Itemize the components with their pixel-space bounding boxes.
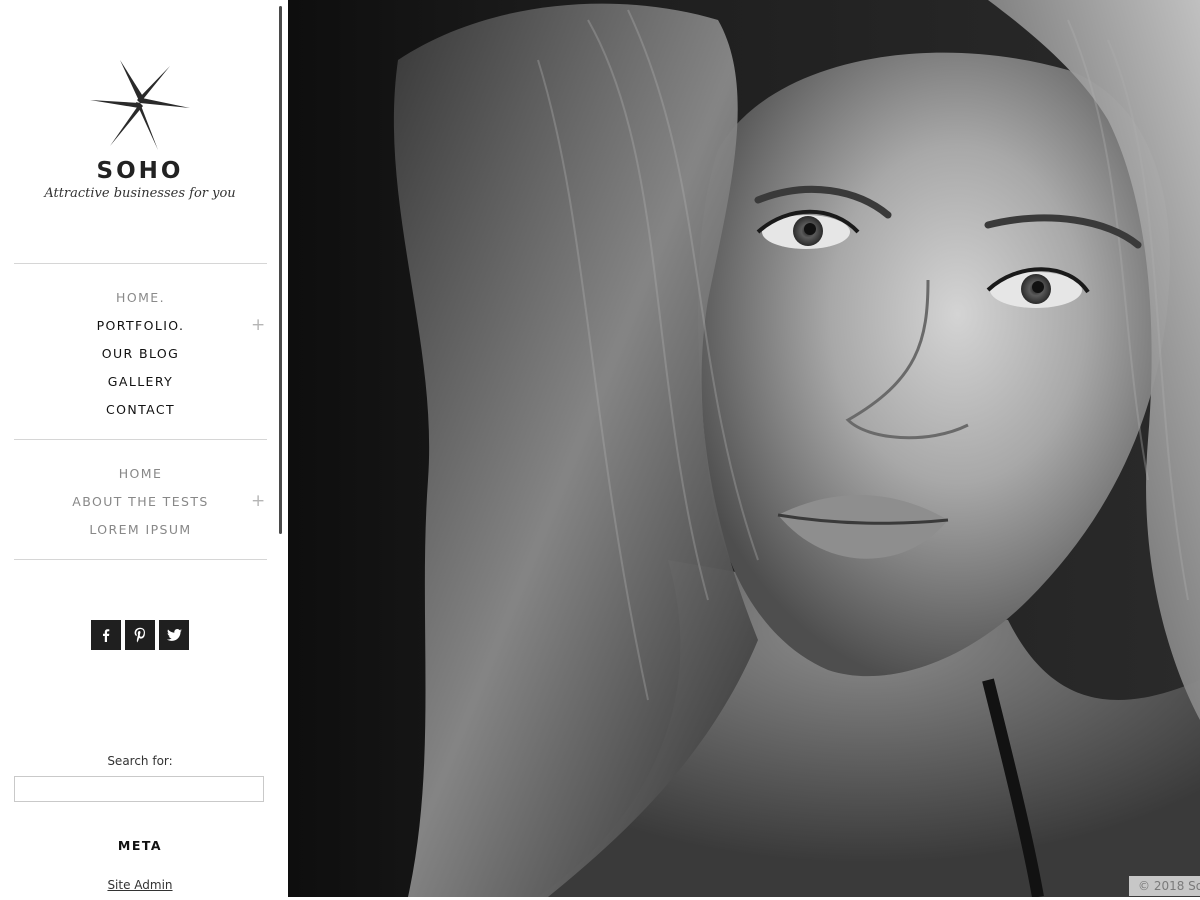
- nav-item-our-blog[interactable]: OUR BLOG: [14, 340, 267, 368]
- plus-icon[interactable]: +: [251, 312, 265, 340]
- copyright-text: © 2018 So: [1129, 876, 1200, 896]
- nav-item-gallery[interactable]: GALLERY: [14, 368, 267, 396]
- nav-item-label: GALLERY: [107, 374, 174, 389]
- sidebar: SOHO Attractive businesses for you HOME.…: [0, 0, 288, 900]
- nav-item-label: HOME.: [116, 290, 165, 305]
- page: SOHO Attractive businesses for you HOME.…: [0, 0, 1200, 900]
- plus-icon[interactable]: +: [251, 488, 265, 516]
- nav-divider-top: [14, 263, 267, 264]
- social-links: [91, 620, 189, 650]
- star-burst-logo-icon[interactable]: [88, 58, 192, 152]
- nav-item-label: CONTACT: [105, 402, 176, 417]
- pinterest-icon: [134, 627, 145, 643]
- twitter-button[interactable]: [159, 620, 189, 650]
- nav-divider-bottom: [14, 559, 267, 560]
- nav-item-label: PORTFOLIO.: [96, 318, 185, 333]
- facebook-button[interactable]: [91, 620, 121, 650]
- search-label: Search for:: [107, 754, 173, 768]
- facebook-icon: [103, 629, 110, 642]
- meta-heading: META: [117, 838, 163, 853]
- nav-item-label: ABOUT THE TESTS: [72, 494, 209, 509]
- nav-item-portfolio[interactable]: PORTFOLIO. +: [14, 312, 267, 340]
- secondary-nav-item-about-the-tests[interactable]: ABOUT THE TESTS +: [14, 488, 267, 516]
- hero-photo: [288, 0, 1200, 897]
- nav-item-label: HOME: [118, 466, 163, 481]
- nav-divider-middle: [14, 439, 267, 440]
- site-admin-link[interactable]: Site Admin: [0, 878, 280, 892]
- secondary-nav-item-home[interactable]: HOME: [14, 460, 267, 488]
- main-navigation: HOME. PORTFOLIO. + OUR BLOG GALLERY CONT…: [14, 284, 267, 424]
- sidebar-scrollbar[interactable]: [279, 6, 282, 534]
- nav-item-label: LOREM IPSUM: [89, 522, 192, 537]
- site-title[interactable]: SOHO: [0, 158, 280, 184]
- pinterest-button[interactable]: [125, 620, 155, 650]
- nav-item-home[interactable]: HOME.: [14, 284, 267, 312]
- twitter-icon: [166, 628, 182, 641]
- search-input[interactable]: [14, 776, 264, 802]
- site-tagline: Attractive businesses for you: [44, 186, 236, 201]
- secondary-navigation: HOME ABOUT THE TESTS + LOREM IPSUM: [14, 460, 267, 544]
- nav-item-contact[interactable]: CONTACT: [14, 396, 267, 424]
- nav-item-label: OUR BLOG: [101, 346, 180, 361]
- secondary-nav-item-lorem-ipsum[interactable]: LOREM IPSUM: [14, 516, 267, 544]
